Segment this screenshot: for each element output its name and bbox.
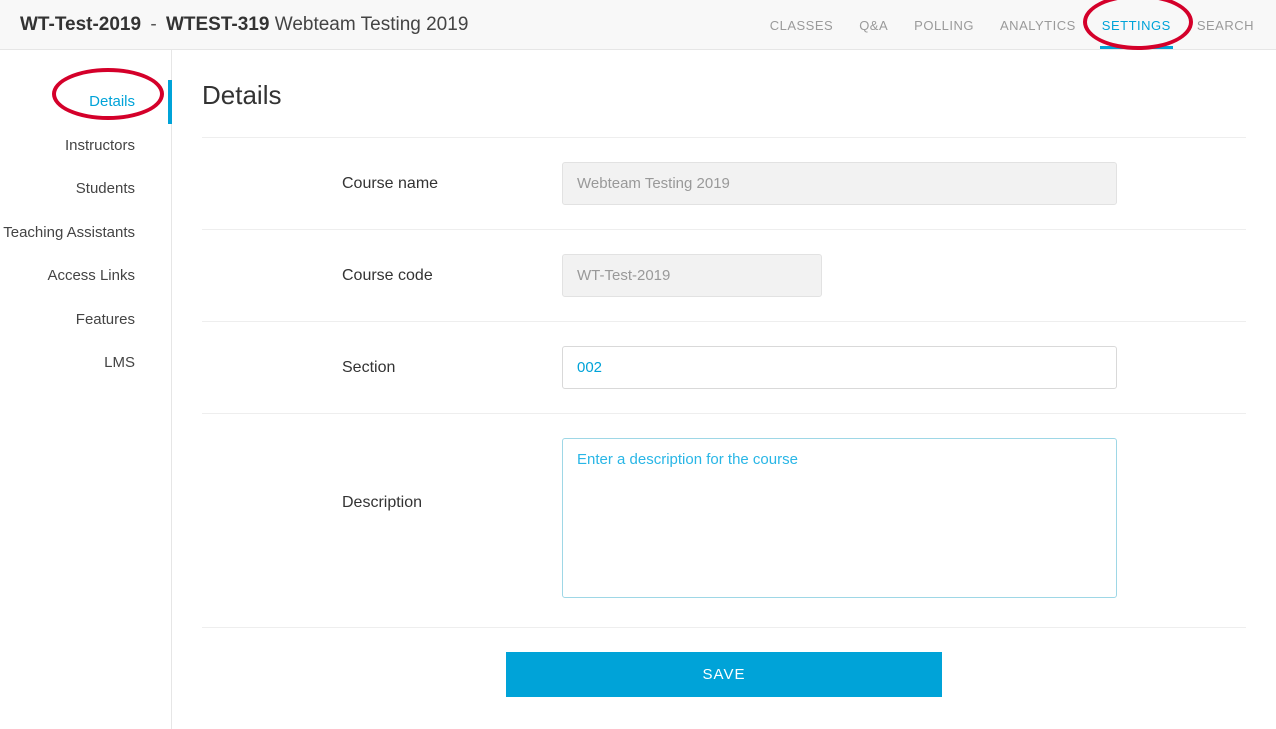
- topnav: CLASSES Q&A POLLING ANALYTICS SETTINGS S…: [768, 2, 1256, 47]
- row-course-name: Course name: [202, 137, 1246, 229]
- breadcrumb-section-id: WTEST-319: [166, 14, 269, 35]
- section-input[interactable]: [562, 346, 1117, 389]
- content: Details Course name Course code Section …: [172, 50, 1276, 729]
- label-course-code: Course code: [202, 267, 562, 285]
- save-button[interactable]: SAVE: [506, 652, 942, 697]
- breadcrumb-course-name: Webteam Testing 2019: [275, 14, 469, 35]
- sidebar-item-details[interactable]: Details: [0, 80, 171, 124]
- topnav-classes[interactable]: CLASSES: [768, 2, 835, 47]
- topnav-polling[interactable]: POLLING: [912, 2, 976, 47]
- sidebar: Details Instructors Students Teaching As…: [0, 50, 172, 729]
- row-course-code: Course code: [202, 229, 1246, 321]
- form-actions: SAVE: [202, 627, 1246, 697]
- topnav-qa[interactable]: Q&A: [857, 2, 890, 47]
- sidebar-item-features[interactable]: Features: [0, 298, 171, 342]
- label-section: Section: [202, 359, 562, 377]
- sidebar-item-access-links[interactable]: Access Links: [0, 254, 171, 298]
- breadcrumb-course-code: WT-Test-2019: [20, 14, 141, 35]
- label-course-name: Course name: [202, 175, 562, 193]
- topnav-analytics[interactable]: ANALYTICS: [998, 2, 1078, 47]
- sidebar-item-lms[interactable]: LMS: [0, 341, 171, 385]
- sidebar-item-teaching-assistants[interactable]: Teaching Assistants: [0, 211, 171, 255]
- row-section: Section: [202, 321, 1246, 413]
- topbar: WT-Test-2019 - WTEST-319 Webteam Testing…: [0, 0, 1276, 50]
- page-title: Details: [202, 80, 1246, 111]
- topnav-settings[interactable]: SETTINGS: [1100, 2, 1173, 47]
- sidebar-item-instructors[interactable]: Instructors: [0, 124, 171, 168]
- course-code-input: [562, 254, 822, 297]
- breadcrumb-separator: -: [150, 14, 156, 35]
- course-name-input: [562, 162, 1117, 205]
- topnav-search[interactable]: SEARCH: [1195, 2, 1256, 47]
- row-description: Description: [202, 413, 1246, 627]
- breadcrumb: WT-Test-2019 - WTEST-319 Webteam Testing…: [20, 14, 468, 36]
- sidebar-item-students[interactable]: Students: [0, 167, 171, 211]
- label-description: Description: [202, 438, 562, 512]
- description-textarea[interactable]: [562, 438, 1117, 598]
